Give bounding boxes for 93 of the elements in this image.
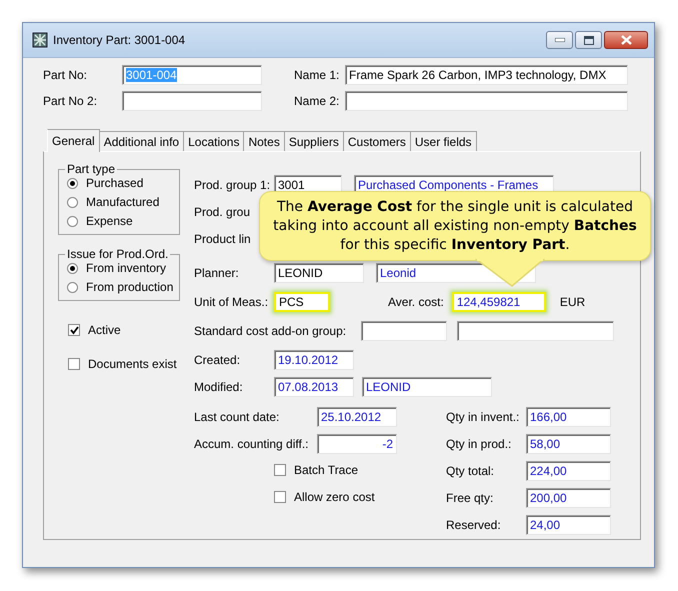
minimize-button[interactable] bbox=[546, 31, 573, 49]
field-value: 19.10.2012 bbox=[278, 353, 338, 367]
checkbox-option[interactable]: Documents exist bbox=[68, 357, 194, 371]
text-field[interactable]: Frame Spark 26 Carbon, IMP3 technology, DMX bbox=[345, 65, 628, 85]
text-field[interactable]: LEONID bbox=[274, 263, 364, 283]
radio-option[interactable]: Manufactured bbox=[67, 195, 179, 209]
text-field[interactable] bbox=[345, 91, 628, 111]
field-label: Created: bbox=[194, 353, 242, 367]
field-value: Leonid bbox=[380, 266, 416, 280]
callout-pointer bbox=[475, 259, 545, 287]
field-label: Planner: bbox=[194, 266, 240, 280]
tab[interactable]: Additional info bbox=[100, 131, 184, 151]
group-title: Part type bbox=[66, 162, 116, 176]
field-label: Qty total: bbox=[446, 464, 496, 478]
checkbox[interactable] bbox=[68, 358, 80, 370]
field-label: Name 2: bbox=[293, 94, 340, 108]
field-value: LEONID bbox=[366, 380, 411, 394]
radio-button[interactable] bbox=[67, 262, 78, 274]
field-label: Standard cost add-on group: bbox=[194, 324, 348, 338]
text-field[interactable] bbox=[361, 321, 447, 341]
field-value: Purchased Components - Frames bbox=[358, 178, 538, 192]
radio-button[interactable] bbox=[67, 216, 78, 226]
close-button[interactable] bbox=[604, 31, 648, 49]
field-label: Part No: bbox=[43, 68, 88, 82]
field-label: Aver. cost: bbox=[388, 295, 444, 309]
field-label: Product lin bbox=[194, 232, 251, 246]
maximize-icon bbox=[584, 36, 594, 44]
checkbox-option[interactable]: Batch Trace bbox=[274, 463, 446, 477]
text-field[interactable] bbox=[122, 91, 262, 111]
field-value: -2 bbox=[382, 437, 393, 451]
field-value: PCS bbox=[279, 295, 304, 309]
field-label: Modified: bbox=[194, 380, 244, 394]
checkbox[interactable] bbox=[274, 464, 286, 476]
window-title: Inventory Part: 3001-004 bbox=[53, 33, 186, 47]
text-field[interactable]: -2 bbox=[317, 434, 397, 454]
tab[interactable]: General bbox=[47, 129, 100, 152]
field-value: 07.08.2013 bbox=[278, 380, 338, 394]
close-icon bbox=[620, 35, 632, 45]
field-value: 224,00 bbox=[530, 464, 567, 478]
text-field[interactable]: 19.10.2012 bbox=[274, 350, 354, 370]
field-label: Prod. grou bbox=[194, 205, 250, 219]
tab[interactable]: Suppliers bbox=[284, 131, 344, 151]
field-value: Frame Spark 26 Carbon, IMP3 technology, DMX bbox=[349, 68, 606, 82]
currency-label: EUR bbox=[560, 295, 586, 309]
tab[interactable]: Notes bbox=[244, 131, 285, 151]
radio-option[interactable]: From inventory bbox=[67, 261, 179, 275]
field-label: Accum. counting diff.: bbox=[194, 437, 310, 451]
checkbox[interactable] bbox=[68, 324, 80, 336]
radio-button[interactable] bbox=[67, 178, 78, 188]
tab[interactable]: User fields bbox=[410, 131, 477, 151]
text-field[interactable]: 124,459821 bbox=[452, 292, 546, 312]
text-field[interactable]: 58,00 bbox=[526, 434, 611, 454]
field-value: LEONID bbox=[278, 266, 323, 280]
checkbox[interactable] bbox=[274, 491, 286, 503]
field-label: Name 1: bbox=[293, 68, 340, 82]
text-field[interactable]: 24,00 bbox=[526, 515, 611, 535]
radio-option[interactable]: Purchased bbox=[67, 176, 179, 190]
text-field[interactable]: 200,00 bbox=[526, 488, 611, 508]
radio-button[interactable] bbox=[67, 282, 78, 292]
tab[interactable]: Locations bbox=[184, 131, 244, 151]
checkbox-option[interactable]: Active bbox=[68, 323, 194, 337]
field-label: Free qty: bbox=[446, 491, 494, 505]
field-value: 25.10.2012 bbox=[321, 410, 382, 424]
text-field[interactable]: 224,00 bbox=[526, 461, 611, 481]
field-label: Part No 2: bbox=[43, 94, 98, 108]
text-field[interactable] bbox=[457, 321, 614, 341]
radio-option[interactable]: From production bbox=[67, 280, 179, 294]
field-label: Last count date: bbox=[194, 410, 280, 424]
field-label: Prod. group 1: bbox=[194, 178, 272, 192]
radio-option[interactable]: Expense bbox=[67, 214, 179, 228]
field-label: Qty in prod.: bbox=[446, 437, 512, 451]
field-value: 124,459821 bbox=[456, 295, 520, 309]
text-field[interactable]: 07.08.2013 bbox=[274, 377, 354, 397]
field-label: Qty in invent.: bbox=[446, 410, 520, 424]
field-value: 166,00 bbox=[530, 410, 567, 424]
radio-button[interactable] bbox=[67, 196, 78, 208]
group-title: Issue for Prod.Ord. bbox=[66, 247, 170, 261]
field-label: Reserved: bbox=[446, 518, 502, 532]
checkbox-option[interactable]: Allow zero cost bbox=[274, 490, 446, 504]
field-value: 3001-004 bbox=[126, 68, 177, 82]
text-field[interactable]: LEONID bbox=[362, 377, 492, 397]
field-value: 24,00 bbox=[530, 518, 560, 532]
field-value: 200,00 bbox=[530, 491, 567, 505]
minimize-icon bbox=[554, 38, 564, 42]
maximize-button[interactable] bbox=[575, 31, 602, 49]
tab[interactable]: Customers bbox=[344, 131, 411, 151]
text-field[interactable]: 166,00 bbox=[526, 407, 611, 427]
text-field[interactable]: 25.10.2012 bbox=[317, 407, 397, 427]
field-value: 58,00 bbox=[530, 437, 560, 451]
field-value: 3001 bbox=[278, 178, 305, 192]
text-field[interactable]: PCS bbox=[274, 292, 330, 312]
app-icon bbox=[32, 32, 48, 48]
field-label: Unit of Meas.: bbox=[194, 295, 270, 309]
